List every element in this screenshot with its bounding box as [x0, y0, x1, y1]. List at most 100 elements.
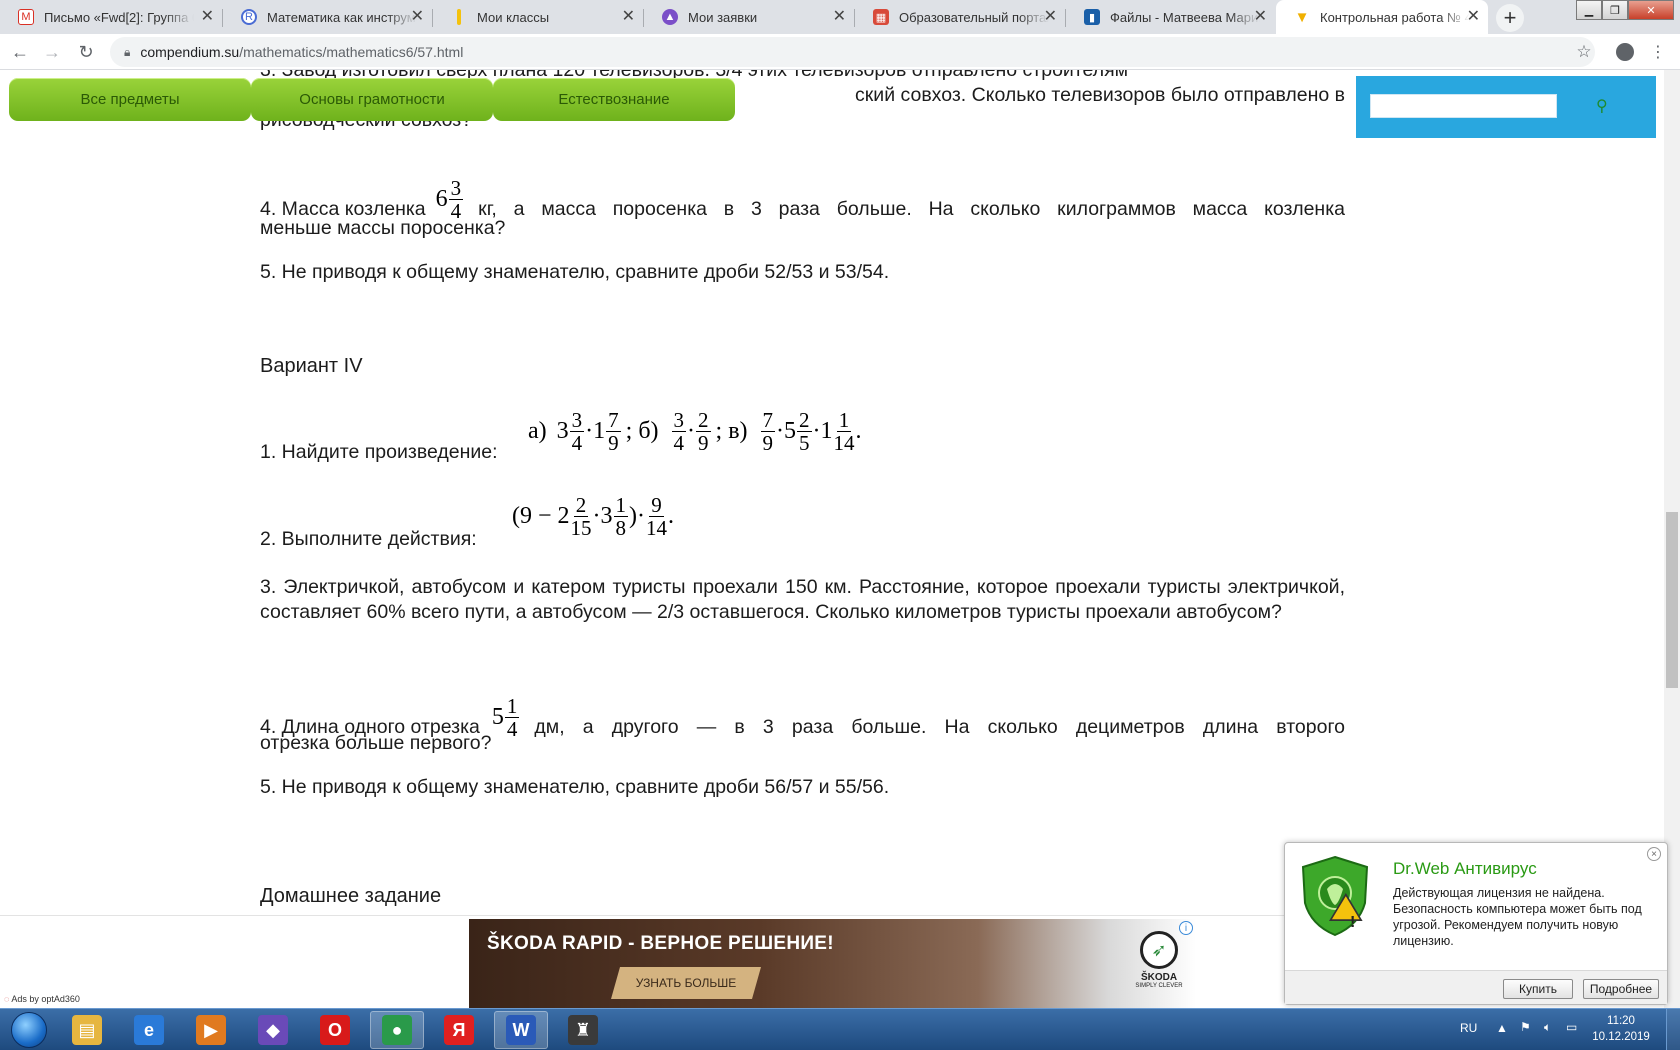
numerator: 3 [569, 407, 585, 432]
tab-title: Письмо «Fwd[2]: Группа 04 [44, 9, 194, 25]
taskbar-chrome-button[interactable]: ● [370, 1011, 424, 1049]
tab-gmail[interactable]: M Письмо «Fwd[2]: Группа 04 ✕ [0, 0, 222, 34]
denominator: 9 [762, 430, 774, 455]
math-token: 1 [593, 417, 606, 444]
v4-q1-expression: а) 3 34 · 1 79 ; б) 34 · 29 ; в) 79 · 5 … [528, 400, 862, 462]
denominator: 8 [615, 515, 627, 540]
new-tab-button[interactable]: + [1496, 4, 1524, 32]
taskbar-ie-button[interactable]: e [122, 1011, 176, 1049]
tab-my-classes[interactable]: Мои классы ✕ [433, 0, 643, 34]
drweb-message: Действующая лицензия не найдена. Безопас… [1393, 886, 1642, 948]
math-token: ; в) [715, 417, 748, 444]
language-indicator[interactable]: RU [1460, 1021, 1477, 1035]
v4-q5: 5. Не приводя к общему знаменателю, срав… [260, 776, 890, 798]
maximize-button[interactable]: ❐ [1602, 0, 1628, 20]
tab-title: Мои заявки [688, 9, 758, 25]
nav-all-subjects[interactable]: Все предметы [9, 78, 251, 121]
yandex-icon: Я [444, 1015, 474, 1045]
v4-q3: 3. Электричкой, автобусом и катером тури… [260, 576, 1345, 623]
menu-button[interactable]: ⋮ [1646, 40, 1670, 64]
clock-date: 10.12.2019 [1592, 1031, 1650, 1043]
account-icon [1616, 43, 1634, 61]
math-token: 3 [600, 502, 613, 529]
close-icon[interactable]: ✕ [411, 9, 424, 25]
tab-test-active[interactable]: ▼ Контрольная работа № 4 ✕ [1276, 0, 1488, 34]
details-button[interactable]: Подробнее [1583, 979, 1659, 999]
volume-icon[interactable]: 🔈︎ [1544, 1020, 1551, 1035]
vs-icon: ◆ [258, 1015, 288, 1045]
nav-label: Основы грамотности [299, 91, 445, 108]
tab-title: Образовательный портал [899, 9, 1049, 25]
numerator: 7 [606, 407, 621, 432]
taskbar-yandex-button[interactable]: Я [432, 1011, 486, 1049]
arrow-left-icon: ← [11, 41, 29, 62]
hat-icon: ▲ [662, 9, 678, 25]
ad-info-icon[interactable]: i [1179, 921, 1193, 935]
denominator: 4 [571, 430, 583, 455]
close-icon[interactable]: ✕ [622, 9, 635, 25]
search-input[interactable] [1370, 94, 1557, 118]
close-icon[interactable]: ✕ [1044, 9, 1057, 25]
nav-natural-science[interactable]: Естествознание [493, 78, 735, 121]
tray-expand-icon[interactable]: ▲ [1496, 1021, 1508, 1035]
taskbar-opera-button[interactable]: O [308, 1011, 362, 1049]
close-icon[interactable]: ✕ [1254, 9, 1267, 25]
numerator: 2 [696, 407, 711, 432]
bookmark-icon [457, 9, 461, 25]
show-desktop-button[interactable] [1666, 1009, 1680, 1050]
gmail-icon: M [18, 9, 34, 25]
close-icon[interactable]: ✕ [1467, 9, 1480, 25]
v3-q4-line2: меньше массы поросенка? [260, 217, 506, 239]
close-icon[interactable]: ✕ [201, 9, 214, 25]
v4-q2-label: 2. Выполните действия: [260, 528, 477, 550]
skoda-ad-banner[interactable]: ŠKODA RAPID - ВЕРНОЕ РЕШЕНИЕ! УЗНАТЬ БОЛ… [469, 919, 1196, 1008]
taskbar-game-button[interactable]: ♜ [556, 1011, 610, 1049]
math-token: · [812, 417, 821, 444]
taskbar-vs-button[interactable]: ◆ [246, 1011, 300, 1049]
close-icon[interactable]: ✕ [833, 9, 846, 25]
reload-icon: ↻ [78, 41, 94, 62]
fraction: 79 [760, 409, 776, 455]
tab-math-tool[interactable]: R Математика как инструмент ✕ [223, 0, 432, 34]
numerator: 1 [504, 694, 520, 718]
back-button[interactable]: ← [8, 40, 32, 64]
close-icon[interactable]: × [1647, 847, 1661, 861]
kebab-menu-icon: ⋮ [1650, 44, 1666, 61]
start-button[interactable] [4, 1010, 54, 1050]
bookmark-star-button[interactable]: ☆ [1572, 40, 1596, 64]
profile-button[interactable] [1613, 40, 1637, 64]
fraction: 34 [569, 407, 585, 455]
taskbar-explorer-button[interactable]: ▤ [60, 1011, 114, 1049]
clock[interactable]: 11:20 10.12.2019 [1588, 1013, 1654, 1045]
close-window-button[interactable]: ✕ [1628, 0, 1674, 20]
ad-headline: ŠKODA RAPID - ВЕРНОЕ РЕШЕНИЕ! [487, 933, 834, 954]
tab-edu-portal[interactable]: ▦ Образовательный портал ✕ [855, 0, 1065, 34]
taskbar-word-button[interactable]: W [494, 1011, 548, 1049]
forward-button[interactable]: → [40, 40, 64, 64]
tab-files[interactable]: ▮ Файлы - Матвеева Марина ✕ [1066, 0, 1275, 34]
denominator: 5 [799, 430, 810, 455]
ad-cta-button[interactable]: УЗНАТЬ БОЛЬШЕ [611, 967, 761, 999]
reload-button[interactable]: ↻ [74, 40, 98, 64]
ads-by-label[interactable]: ◌ Ads by optAd360 [4, 994, 80, 1004]
fraction: 25 [797, 409, 812, 454]
flag-icon[interactable]: ⚑ [1520, 1020, 1531, 1034]
buy-button[interactable]: Купить [1503, 979, 1573, 999]
v3-q5: 5. Не приводя к общему знаменателю, срав… [260, 261, 890, 283]
book-icon: ▮ [1084, 9, 1100, 25]
nav-literacy[interactable]: Основы грамотности [251, 78, 493, 121]
compendium-icon: ▼ [1294, 8, 1310, 26]
search-button[interactable]: ⚲ [1596, 96, 1608, 116]
chrome-icon: ● [382, 1015, 412, 1045]
network-icon[interactable]: ▭ [1566, 1020, 1577, 1034]
fraction: 2 15 [571, 494, 592, 539]
minimize-button[interactable]: ▁ [1576, 0, 1602, 20]
math-token: . [855, 417, 862, 444]
address-bar[interactable]: 🔒︎ compendium.su/mathematics/mathematics… [110, 37, 1595, 67]
math-token: · [592, 502, 601, 529]
taskbar-media-button[interactable]: ▶ [184, 1011, 238, 1049]
nav-label: Естествознание [558, 91, 670, 108]
drweb-notification: ! Dr.Web Антивирус Действующая лицензия … [1284, 842, 1668, 1005]
tab-my-requests[interactable]: ▲ Мои заявки ✕ [644, 0, 854, 34]
scrollbar-thumb[interactable] [1666, 512, 1678, 688]
